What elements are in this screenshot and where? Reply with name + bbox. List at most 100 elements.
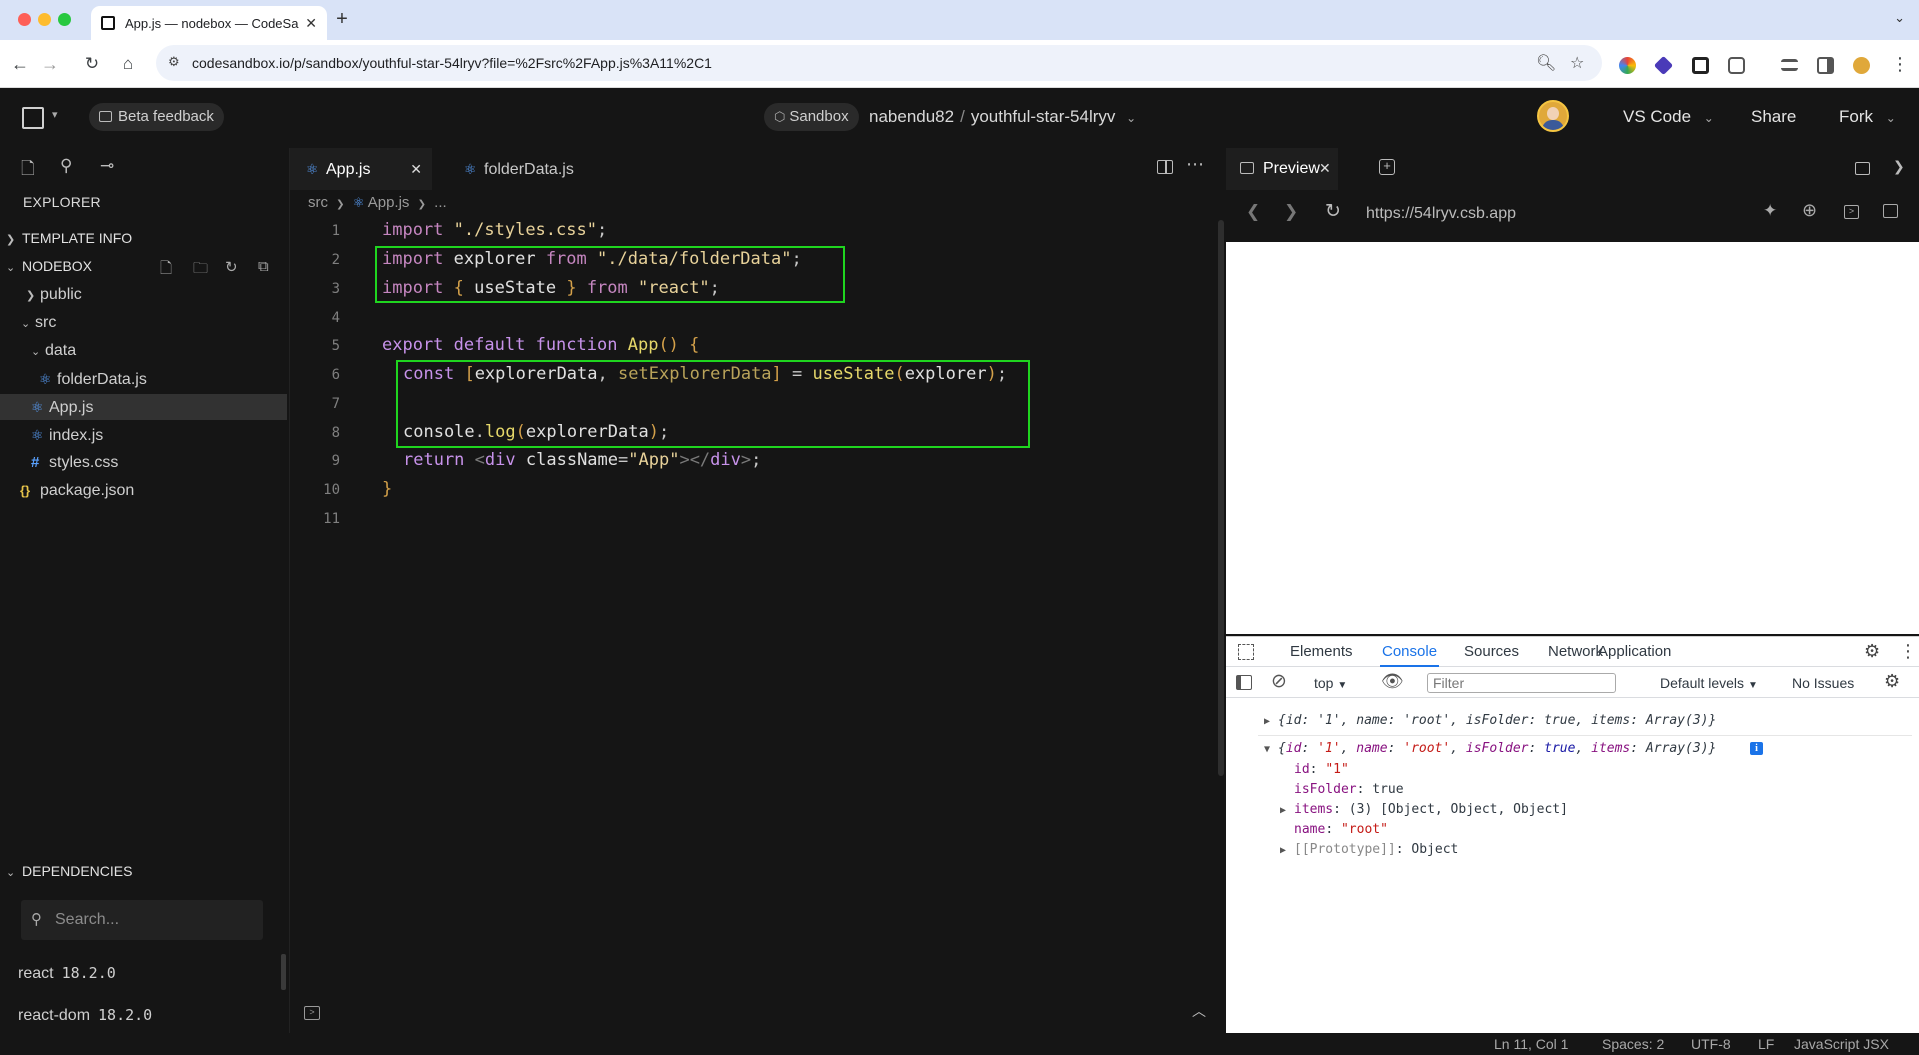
open-new-window-icon[interactable] [1883,204,1898,218]
site-info-icon[interactable]: ⚙ [168,54,184,70]
reload-icon[interactable]: ↻ [80,52,104,76]
fork-button[interactable]: Fork ⌄ [1839,107,1896,127]
close-preview-icon[interactable]: ✕ [1319,160,1331,177]
tree-file-index[interactable]: ⚛ index.js [0,422,287,448]
prop-items[interactable]: ▶ items: (3) [Object, Object, Object] [1280,802,1568,817]
devtools-tab-sources[interactable]: Sources [1464,637,1519,667]
close-tab-icon[interactable]: ✕ [410,148,422,190]
preview-url[interactable]: https://54lryv.csb.app [1366,205,1516,223]
language-mode[interactable]: JavaScript JSX [1794,1036,1889,1052]
sidebar-toggle-icon[interactable] [1236,675,1252,690]
expand-triangle-icon[interactable]: ▶ [1280,805,1294,816]
template-info-section[interactable]: ❯ TEMPLATE INFO [6,230,132,246]
editor-scrollbar[interactable] [1218,220,1224,776]
tree-folder-public[interactable]: ❯ public [0,282,287,308]
cursor-position[interactable]: Ln 11, Col 1 [1494,1036,1568,1052]
prop-prototype[interactable]: ▶ [[Prototype]]: Object [1280,842,1458,857]
new-preview-tab-icon[interactable]: + [1379,159,1395,175]
project-menu-chevron-icon[interactable]: ⌄ [1126,111,1136,125]
editor-tab-app[interactable]: ⚛ App.js ✕ [290,148,432,190]
reading-list-icon[interactable] [1781,59,1798,71]
dependencies-section[interactable]: ⌄ DEPENDENCIES [6,863,132,879]
breadcrumb-more[interactable]: ... [434,194,447,211]
browser-menu-kebab-icon[interactable]: ⋮ [1888,52,1912,76]
zoom-icon[interactable]: 🔍︎ [1536,53,1556,73]
devtools-menu-kebab-icon[interactable]: ⋮ [1899,641,1917,662]
project-path[interactable]: nabendu82 / youthful-star-54lryv ⌄ [869,107,1136,127]
preview-tab[interactable]: Preview ✕ [1226,148,1338,190]
code-line-1[interactable]: import "./styles.css"; [382,220,607,240]
dependency-search-input[interactable] [55,909,255,931]
terminal-icon[interactable]: > [304,1006,320,1020]
user-avatar[interactable] [1537,100,1569,132]
beta-feedback-button[interactable]: Beta feedback [89,103,224,131]
dependency-react[interactable]: react 18.2.0 [18,964,116,983]
search-icon[interactable]: ⚲ [60,156,72,176]
close-tab-icon[interactable]: ✕ [305,15,317,32]
bookmark-star-icon[interactable]: ☆ [1570,53,1584,73]
tree-file-styles[interactable]: # styles.css [0,450,287,476]
preview-forward-icon[interactable]: ❯ [1284,202,1298,222]
source-control-icon[interactable]: ⊸ [100,156,114,176]
magic-wand-icon[interactable]: ✦ [1763,201,1777,221]
address-bar[interactable]: ⚙ codesandbox.io/p/sandbox/youthful-star… [156,45,1602,81]
new-tab-plus-icon[interactable]: + [331,9,353,31]
issues-counter[interactable]: No Issues [1792,675,1854,691]
minimize-window-button[interactable] [38,13,51,26]
logo-menu-chevron-icon[interactable]: ▾ [52,108,58,121]
layers-extension-icon[interactable] [1653,55,1674,76]
indentation[interactable]: Spaces: 2 [1602,1036,1664,1052]
back-arrow-icon[interactable]: ← [8,52,32,76]
log-levels-dropdown[interactable]: Default levels ▼ [1660,675,1758,691]
url-text[interactable]: codesandbox.io/p/sandbox/youthful-star-5… [192,55,712,71]
layout-toggle-icon[interactable] [1855,162,1870,175]
dependency-react-dom[interactable]: react-dom 18.2.0 [18,1006,152,1025]
collapse-triangle-icon[interactable]: ▼ [1264,744,1278,755]
new-folder-icon[interactable]: 🗀︎ [193,258,208,283]
preview-back-icon[interactable]: ❮ [1246,202,1260,222]
context-selector[interactable]: top ▼ [1314,675,1347,691]
refresh-icon[interactable]: ↻ [225,258,238,276]
collapse-all-icon[interactable]: ⧉ [258,258,269,275]
sidebar-scrollbar[interactable] [281,954,286,990]
console-log-entry-expanded[interactable]: ▼ {id: '1', name: 'root', isFolder: true,… [1264,741,1716,756]
console-settings-icon[interactable]: ⚙ [1884,671,1900,692]
tree-folder-src[interactable]: ⌄ src [0,310,287,336]
devtools-tab-elements[interactable]: Elements [1290,637,1353,667]
new-file-icon[interactable]: 🗋︎ [160,258,172,283]
devtools-settings-icon[interactable]: ⚙ [1864,641,1880,662]
home-icon[interactable]: ⌂ [116,52,140,76]
devtools-tab-application[interactable]: Application [1598,637,1671,667]
preview-reload-icon[interactable]: ↻ [1325,200,1341,223]
clear-console-icon[interactable]: ⊘ [1271,670,1287,693]
color-extension-icon[interactable] [1619,57,1636,74]
console-filter-input[interactable]: Filter [1427,673,1616,693]
devtools-tab-network[interactable]: Network [1548,637,1603,667]
codesandbox-logo-icon[interactable] [22,107,44,129]
browser-tab[interactable]: App.js — nodebox — CodeSa ✕ [91,6,327,40]
expand-triangle-icon[interactable]: ▶ [1280,845,1294,856]
element-picker-icon[interactable] [1238,644,1254,660]
tree-file-app[interactable]: ⚛ App.js [0,394,287,420]
extensions-puzzle-icon[interactable] [1728,57,1745,74]
side-panel-icon[interactable] [1817,57,1834,74]
tree-file-folderdata[interactable]: ⚛ folderData.js [0,366,287,392]
editor-tab-folderdata[interactable]: ⚛ folderData.js [450,148,600,190]
line-endings[interactable]: LF [1758,1036,1774,1052]
maximize-window-button[interactable] [58,13,71,26]
file-encoding[interactable]: UTF-8 [1691,1036,1731,1052]
files-icon[interactable]: 🗋︎ [21,156,35,185]
console-toggle-icon[interactable]: > [1844,205,1859,219]
tree-folder-data[interactable]: ⌄ data [0,338,287,364]
info-badge-icon[interactable]: i [1750,742,1763,755]
tree-file-package[interactable]: {} package.json [0,478,287,504]
devtools-tab-console[interactable]: Console [1380,637,1440,667]
profile-avatar-icon[interactable] [1853,57,1870,74]
inspect-crosshair-icon[interactable]: ⊕ [1802,200,1817,221]
expand-panel-chevron-icon[interactable]: ︿ [1192,1001,1206,1021]
tab-search-chevron-icon[interactable]: ⌄ [1894,10,1905,26]
collapse-preview-chevron-icon[interactable]: ❯ [1893,158,1905,175]
share-button[interactable]: Share [1751,107,1796,127]
more-actions-icon[interactable]: ⋯ [1186,154,1204,175]
breadcrumb-file[interactable]: App.js [368,194,410,211]
